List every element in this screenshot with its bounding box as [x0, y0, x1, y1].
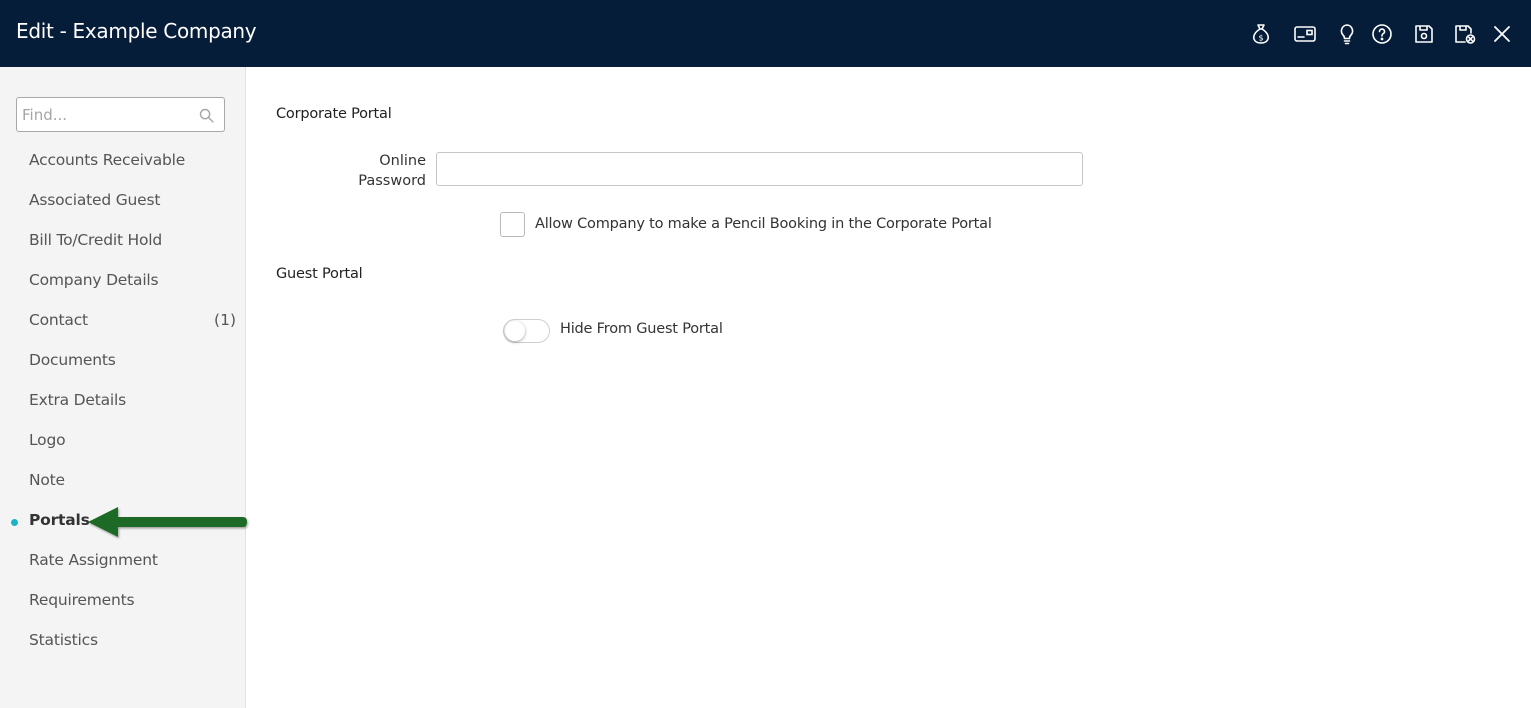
save-icon[interactable] — [1412, 22, 1436, 46]
sidebar-item-label: Logo — [29, 431, 66, 449]
sidebar-item-contact[interactable]: Contact (1) — [0, 302, 246, 342]
sidebar-item-label: Bill To/Credit Hold — [29, 231, 163, 249]
save-close-icon[interactable] — [1453, 22, 1477, 46]
window-title: Edit - Example Company — [16, 19, 257, 43]
pencil-booking-checkbox[interactable] — [500, 212, 525, 237]
sidebar-item-label: Company Details — [29, 271, 159, 289]
find-field[interactable] — [16, 97, 225, 132]
find-input[interactable] — [22, 104, 192, 126]
sidebar-item-accounts-receivable[interactable]: Accounts Receivable — [0, 142, 246, 182]
sidebar-item-label: Portals — [29, 511, 90, 529]
sidebar-item-requirements[interactable]: Requirements — [0, 582, 246, 622]
corporate-portal-heading: Corporate Portal — [276, 106, 392, 122]
online-password-label: Online Password — [358, 153, 426, 189]
contact-count-badge: (1) — [214, 311, 236, 329]
window-header: Edit - Example Company $ — [0, 0, 1531, 67]
sidebar-item-label: Accounts Receivable — [29, 151, 186, 169]
sidebar-item-label: Associated Guest — [29, 191, 161, 209]
money-bag-icon[interactable]: $ — [1249, 22, 1273, 46]
main-content: Corporate Portal Online Password Allow C… — [247, 67, 1531, 708]
arrow-pointer-icon — [88, 507, 247, 537]
sidebar-item-bill-to-credit-hold[interactable]: Bill To/Credit Hold — [0, 222, 246, 262]
svg-text:$: $ — [1258, 34, 1263, 43]
sidebar-item-label: Rate Assignment — [29, 551, 158, 569]
sidebar-item-rate-assignment[interactable]: Rate Assignment — [0, 542, 246, 582]
hide-from-guest-portal-label: Hide From Guest Portal — [560, 321, 723, 337]
online-password-field[interactable] — [436, 152, 1083, 186]
sidebar-item-company-details[interactable]: Company Details — [0, 262, 246, 302]
sidebar-item-label: Contact — [29, 311, 88, 329]
search-icon — [199, 108, 214, 123]
help-icon[interactable] — [1370, 22, 1394, 46]
sidebar-item-documents[interactable]: Documents — [0, 342, 246, 382]
sidebar-item-label: Note — [29, 471, 65, 489]
sidebar-item-label: Statistics — [29, 631, 98, 649]
sidebar-item-associated-guest[interactable]: Associated Guest — [0, 182, 246, 222]
sidebar: Accounts Receivable Associated Guest Bil… — [0, 67, 246, 708]
card-icon[interactable] — [1293, 22, 1317, 46]
sidebar-item-label: Documents — [29, 351, 116, 369]
sidebar-item-extra-details[interactable]: Extra Details — [0, 382, 246, 422]
active-indicator-dot — [11, 519, 18, 526]
sidebar-item-note[interactable]: Note — [0, 462, 246, 502]
pencil-booking-label: Allow Company to make a Pencil Booking i… — [535, 216, 992, 232]
sidebar-item-logo[interactable]: Logo — [0, 422, 246, 462]
toggle-knob — [505, 321, 525, 341]
guest-portal-heading: Guest Portal — [276, 266, 363, 282]
close-icon[interactable] — [1490, 22, 1514, 46]
lightbulb-icon[interactable] — [1335, 22, 1359, 46]
sidebar-item-statistics[interactable]: Statistics — [0, 622, 246, 662]
hide-from-guest-portal-toggle[interactable] — [503, 319, 550, 343]
sidebar-item-label: Extra Details — [29, 391, 126, 409]
sidebar-item-label: Requirements — [29, 591, 135, 609]
